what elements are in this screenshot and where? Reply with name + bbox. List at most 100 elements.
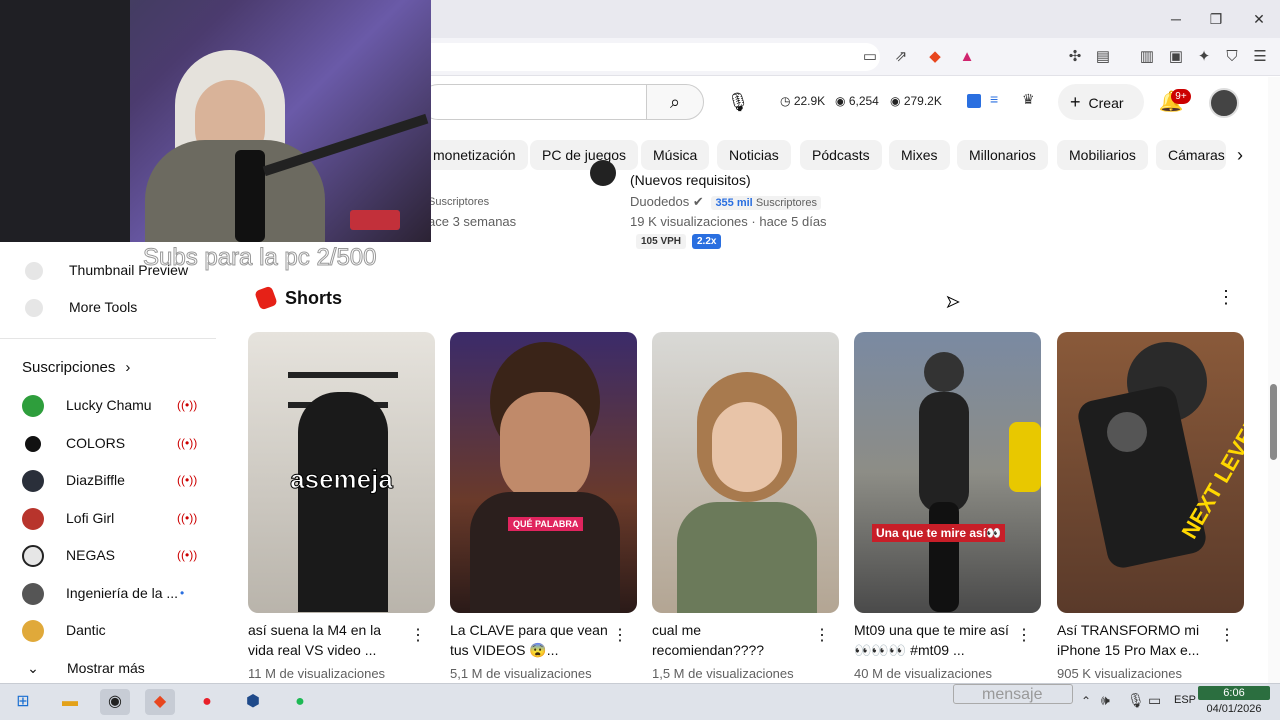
short-caption: asemeja xyxy=(290,464,394,495)
search-button[interactable]: ⌕ xyxy=(646,84,704,120)
short-title[interactable]: Mt09 una que te mire así 👀👀👀 #mt09 ... xyxy=(854,620,1014,660)
obs-icon[interactable]: ◉ xyxy=(100,689,130,715)
reading-list-icon[interactable]: ▤ xyxy=(1093,47,1113,67)
more-options-icon[interactable]: ⋮ xyxy=(814,624,830,648)
search-icon: ⌕ xyxy=(669,92,681,112)
more-options-icon[interactable]: ⋮ xyxy=(612,624,628,648)
sidebar-item-negas[interactable]: NEGAS ((•)) xyxy=(22,537,197,573)
channel-avatar[interactable] xyxy=(590,160,616,186)
brave-shield-icon[interactable]: ◆ xyxy=(925,47,945,67)
page-scrollbar[interactable] xyxy=(1268,77,1280,683)
chip[interactable]: Cámaras f xyxy=(1156,140,1226,170)
short-views: 11 M de visualizaciones xyxy=(248,666,386,681)
search-input[interactable] xyxy=(420,84,646,120)
sidebar-item-lofi-girl[interactable]: Lofi Girl ((•)) xyxy=(22,500,197,536)
chevron-right-icon: › xyxy=(125,359,131,376)
vidiq-tool-icon xyxy=(25,262,43,281)
chevron-down-icon: ⌄ xyxy=(27,660,39,676)
minimize-icon[interactable]: ─ xyxy=(1166,9,1186,29)
channel-avatar xyxy=(22,508,44,531)
channel-avatar xyxy=(22,583,44,606)
more-options-icon[interactable]: ⋮ xyxy=(410,624,426,648)
scrollbar-thumb[interactable] xyxy=(1270,384,1277,460)
list-icon[interactable]: ≡ xyxy=(990,91,998,107)
shorts-menu-icon[interactable]: ⋮ xyxy=(1217,287,1235,311)
subscriptions-header[interactable]: Suscripciones › xyxy=(22,350,130,386)
trophy-icon[interactable]: ♛ xyxy=(1022,91,1035,108)
short-title[interactable]: La CLAVE para que vean tus VIDEOS 😨... xyxy=(450,620,610,660)
chip[interactable]: PC de juegos xyxy=(530,140,639,170)
clock-time[interactable]: 6:06 xyxy=(1198,686,1270,700)
chip[interactable]: Música xyxy=(641,140,710,170)
microphone-icon: 🎙 xyxy=(726,92,750,112)
create-button[interactable]: + Crear xyxy=(1058,84,1144,120)
eye-icon: ◉ xyxy=(835,94,849,108)
sidebar-item-colors[interactable]: COLORS ((•)) xyxy=(22,425,197,461)
channel-name[interactable]: Duodedos xyxy=(630,194,689,209)
short-thumbnail[interactable]: NEXT LEVEL! xyxy=(1057,332,1244,613)
short-views: 1,5 M de visualizaciones xyxy=(652,666,794,681)
multiplier-badge: 2.2x xyxy=(692,234,722,249)
close-icon[interactable]: ✕ xyxy=(1249,9,1269,29)
share-icon[interactable]: ⇗ xyxy=(891,47,911,67)
leo-ai-icon[interactable]: ✦ xyxy=(1194,47,1214,67)
battery-icon[interactable]: ▭ xyxy=(1148,692,1161,709)
voice-search-button[interactable]: 🎙 xyxy=(718,84,758,120)
short-title[interactable]: así suena la M4 en la vida real VS video… xyxy=(248,620,408,660)
app-blue-icon[interactable]: ⬢ xyxy=(238,689,268,715)
short-title[interactable]: Así TRANSFORMO mi iPhone 15 Pro Max e... xyxy=(1057,620,1217,660)
restore-icon[interactable]: ❐ xyxy=(1206,9,1226,29)
short-thumbnail[interactable]: asemeja xyxy=(248,332,435,613)
shorts-icon xyxy=(254,285,278,311)
stat-time: ◷ 22.9K xyxy=(780,94,826,108)
show-more-button[interactable]: ⌄ Mostrar más xyxy=(22,650,145,686)
file-explorer-icon[interactable]: ▬ xyxy=(55,689,85,715)
short-caption: QUÉ PALABRA xyxy=(508,517,584,531)
spotify-icon[interactable]: ● xyxy=(285,689,315,715)
chip[interactable]: Pódcasts xyxy=(800,140,882,170)
mic-tray-icon[interactable]: 🎙 xyxy=(1127,692,1145,709)
chip[interactable]: Millonarios xyxy=(957,140,1048,170)
plus-icon: + xyxy=(1070,92,1081,112)
short-thumbnail[interactable] xyxy=(652,332,839,613)
sidebar-item-diazbiffle[interactable]: DiazBiffle ((•)) xyxy=(22,462,197,498)
short-views: 40 M de visualizaciones xyxy=(854,666,993,681)
sidebar-item-more-tools[interactable]: More Tools xyxy=(22,289,137,325)
verified-icon: ✔ xyxy=(692,194,704,209)
chip[interactable]: Noticias xyxy=(717,140,791,170)
sidebar-toggle-icon[interactable]: ▥ xyxy=(1137,47,1157,67)
chip[interactable]: Mobiliarios xyxy=(1057,140,1148,170)
chevron-right-icon: › xyxy=(1237,145,1243,165)
short-thumbnail[interactable]: QUÉ PALABRA xyxy=(450,332,637,613)
cast-icon[interactable]: ▭ xyxy=(860,47,880,67)
windows-start-icon[interactable]: ⊞ xyxy=(8,689,38,715)
sidebar-item-ingenieria[interactable]: Ingeniería de la ... • xyxy=(22,575,184,611)
extensions-icon[interactable]: ✣ xyxy=(1065,47,1085,67)
volume-icon[interactable]: 🕪 xyxy=(1101,692,1110,709)
app-red-icon[interactable]: ● xyxy=(192,689,222,715)
sidebar-item-dantic[interactable]: Dantic xyxy=(22,612,106,648)
short-thumbnail[interactable]: Una que te mire así👀 xyxy=(854,332,1041,613)
sidebar-item-lucky-chamu[interactable]: Lucky Chamu ((•)) xyxy=(22,387,197,423)
input-language[interactable]: ESP xyxy=(1174,694,1196,706)
vidiq-icon[interactable] xyxy=(967,94,981,108)
clock-icon: ◷ xyxy=(780,94,794,108)
chip[interactable]: monetización xyxy=(421,140,528,170)
video-title[interactable]: (Nuevos requisitos) xyxy=(630,172,751,188)
sidebar-divider xyxy=(0,338,216,339)
avatar[interactable] xyxy=(1209,88,1239,118)
short-title[interactable]: cual me recomiendan???? xyxy=(652,620,812,660)
wallet-icon[interactable]: ▣ xyxy=(1166,47,1186,67)
brave-rewards-icon[interactable]: ▲ xyxy=(957,47,977,67)
vidiq-tool-icon xyxy=(25,299,43,318)
clock-date[interactable]: 04/01/2026 xyxy=(1198,703,1270,715)
brave-browser-icon[interactable]: ◆ xyxy=(145,689,175,715)
tray-chevron-icon[interactable]: ⌃ xyxy=(1081,694,1091,708)
vpn-icon[interactable]: ⛉ xyxy=(1222,47,1242,67)
menu-icon[interactable]: ☰ xyxy=(1250,47,1270,67)
chip[interactable]: Mixes xyxy=(889,140,950,170)
chips-next-button[interactable]: › xyxy=(1227,142,1253,168)
more-options-icon[interactable]: ⋮ xyxy=(1016,624,1032,648)
more-options-icon[interactable]: ⋮ xyxy=(1219,624,1235,648)
short-caption: Una que te mire así👀 xyxy=(872,524,1005,542)
